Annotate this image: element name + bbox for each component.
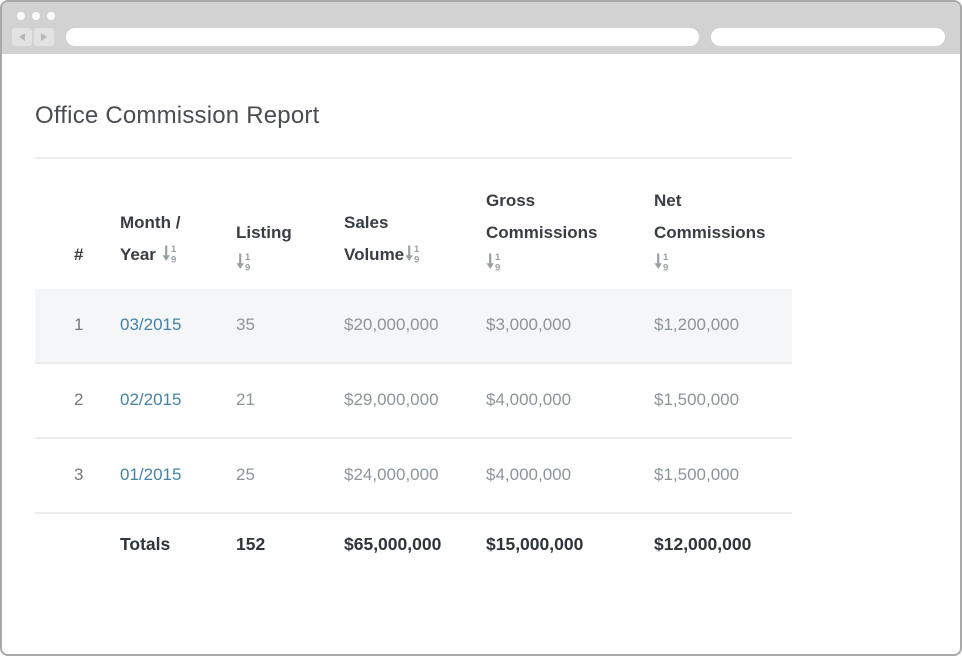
row-number: 1 — [35, 289, 104, 363]
browser-window: Office Commission Report # Month / Year1… — [0, 0, 962, 656]
header-listing[interactable]: Listing 19 — [220, 158, 328, 289]
header-row-number: # — [35, 158, 104, 289]
svg-text:1: 1 — [663, 252, 669, 263]
net-commissions-value: $1,200,000 — [638, 289, 792, 363]
window-controls — [17, 12, 55, 20]
totals-net-commissions: $12,000,000 — [638, 513, 792, 576]
forward-arrow-icon — [41, 33, 47, 41]
sort-numeric-asc-icon: 19 — [654, 252, 669, 271]
svg-text:9: 9 — [171, 255, 176, 264]
month-link[interactable]: 02/2015 — [120, 390, 181, 409]
svg-text:9: 9 — [495, 263, 500, 272]
table-row: 1 03/2015 35 $20,000,000 $3,000,000 $1,2… — [35, 289, 792, 363]
totals-label: Totals — [104, 513, 220, 576]
listing-value: 35 — [220, 289, 328, 363]
window-dot-icon — [32, 12, 40, 20]
browser-chrome — [2, 2, 960, 54]
totals-listing: 152 — [220, 513, 328, 576]
month-link[interactable]: 01/2015 — [120, 465, 181, 484]
search-bar[interactable] — [711, 28, 945, 46]
listing-value: 21 — [220, 363, 328, 438]
forward-button[interactable] — [34, 28, 54, 46]
totals-row: Totals 152 $65,000,000 $15,000,000 $12,0… — [35, 513, 792, 576]
address-bar[interactable] — [66, 28, 699, 46]
table-row: 3 01/2015 25 $24,000,000 $4,000,000 $1,5… — [35, 438, 792, 513]
gross-commissions-value: $4,000,000 — [470, 438, 638, 513]
totals-sales-volume: $65,000,000 — [328, 513, 470, 576]
window-dot-icon — [17, 12, 25, 20]
svg-text:9: 9 — [414, 255, 419, 264]
svg-text:1: 1 — [495, 252, 501, 263]
net-commissions-value: $1,500,000 — [638, 363, 792, 438]
listing-value: 25 — [220, 438, 328, 513]
page-title: Office Commission Report — [35, 103, 960, 129]
sort-numeric-asc-icon: 19 — [236, 252, 251, 271]
row-number: 2 — [35, 363, 104, 438]
header-row: # Month / Year19 Listing 19 — [35, 158, 792, 289]
svg-text:1: 1 — [414, 244, 420, 255]
browser-toolbar — [12, 28, 945, 46]
sort-numeric-asc-icon: 19 — [162, 244, 177, 263]
svg-text:9: 9 — [245, 263, 250, 272]
sort-numeric-asc-icon: 19 — [486, 252, 501, 271]
header-month-year[interactable]: Month / Year19 — [104, 158, 220, 289]
header-net-commissions[interactable]: Net Commissions 19 — [638, 158, 792, 289]
month-link[interactable]: 03/2015 — [120, 315, 181, 334]
svg-text:1: 1 — [171, 244, 177, 255]
gross-commissions-value: $3,000,000 — [470, 289, 638, 363]
back-arrow-icon — [19, 33, 25, 41]
commission-table: # Month / Year19 Listing 19 — [35, 157, 792, 576]
sort-numeric-asc-icon: 19 — [405, 244, 420, 263]
totals-gross-commissions: $15,000,000 — [470, 513, 638, 576]
sales-volume-value: $24,000,000 — [328, 438, 470, 513]
row-number: 3 — [35, 438, 104, 513]
table-row: 2 02/2015 21 $29,000,000 $4,000,000 $1,5… — [35, 363, 792, 438]
svg-text:9: 9 — [663, 263, 668, 272]
svg-text:1: 1 — [245, 252, 251, 263]
gross-commissions-value: $4,000,000 — [470, 363, 638, 438]
header-sales-volume[interactable]: Sales Volume19 — [328, 158, 470, 289]
window-dot-icon — [47, 12, 55, 20]
back-button[interactable] — [12, 28, 32, 46]
page-content: Office Commission Report # Month / Year1… — [2, 103, 960, 576]
header-gross-commissions[interactable]: Gross Commissions 19 — [470, 158, 638, 289]
net-commissions-value: $1,500,000 — [638, 438, 792, 513]
sales-volume-value: $29,000,000 — [328, 363, 470, 438]
sales-volume-value: $20,000,000 — [328, 289, 470, 363]
